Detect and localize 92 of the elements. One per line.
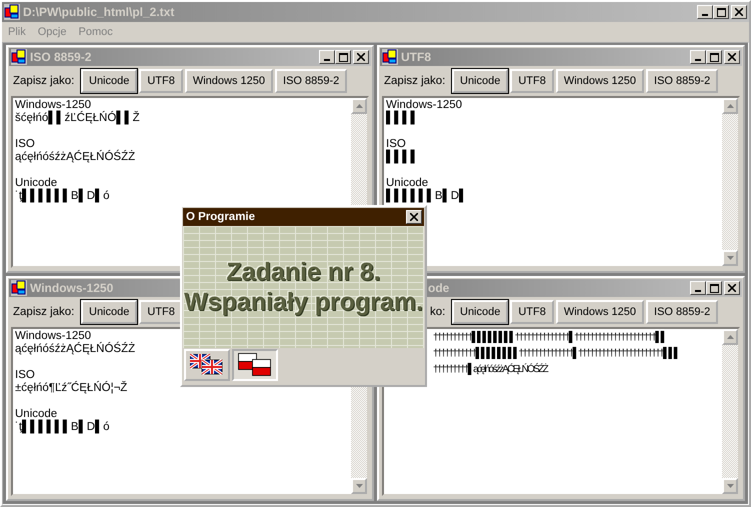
app-icon	[4, 4, 20, 20]
text-line: ▌▌▌▌	[386, 151, 420, 164]
scroll-up-button[interactable]	[351, 98, 367, 114]
scroll-down-button[interactable]	[351, 478, 367, 494]
maximize-icon	[338, 52, 348, 62]
close-icon	[728, 284, 736, 292]
encoding-button[interactable]: UTF8	[139, 300, 183, 324]
close-button[interactable]	[406, 210, 422, 224]
text-line: šćęłńó▌▌źĽĆĘŁŃÓ▌▌Ž	[15, 112, 141, 125]
text-area[interactable]: ††††††††††▌▌▌▌▌▌▌▌††††††††††††††▌†††††††††††††††††††††▌▌ †††††††††††▌▌▌▌▌▌▌▌††††††††††††††▌††††††††††††††††††††††▌▌▌ †††††††††▌ąćęłńóśźżĄĆĘŁŃÓŚŹŻ	[382, 327, 740, 496]
text-line: ISO	[15, 369, 36, 381]
scrollbar[interactable]	[722, 329, 738, 494]
maximize-button[interactable]	[713, 5, 729, 19]
encoding-button[interactable]: ISO 8859-2	[646, 300, 718, 324]
down-arrow-icon	[356, 484, 362, 488]
save-as-label: ko:	[430, 306, 446, 318]
text-line: Windows-1250	[15, 330, 92, 342]
text-line: Windows-1250	[15, 99, 92, 111]
text-line: Unicode	[15, 408, 58, 420]
encoding-button[interactable]: Windows 1250	[556, 69, 644, 93]
text-line: ISO	[15, 138, 35, 150]
save-as-label: Zapisz jako:	[13, 306, 76, 318]
maximize-button[interactable]	[335, 50, 351, 64]
text-line: ˙ţ▌▌▌▌▌▌B▌D▌ó	[15, 190, 111, 203]
language-button[interactable]	[184, 349, 230, 381]
encoding-button[interactable]: UTF8	[510, 69, 554, 93]
minimize-button[interactable]	[690, 50, 706, 64]
maximize-icon	[716, 8, 726, 16]
up-arrow-icon	[726, 335, 734, 339]
text-line: ˙ţ▌▌▌▌▌▌B▌D▌ó	[15, 421, 111, 434]
close-icon	[735, 8, 743, 16]
close-button[interactable]	[724, 50, 740, 64]
text-line: ▌▌▌▌▌▌B▌D▌	[386, 190, 468, 203]
text-line: †††††††††††▌▌▌▌▌▌▌▌††††††††††††††▌††††††††††††††††††††††▌▌▌	[433, 346, 680, 361]
minimize-button[interactable]	[690, 281, 706, 295]
encoding-button[interactable]: ISO 8859-2	[275, 69, 348, 93]
minimize-button[interactable]	[697, 5, 713, 19]
text-line: Unicode	[15, 177, 58, 189]
child-window-title: Windows-1250	[30, 281, 114, 295]
dialog-title: O Programie	[186, 211, 256, 223]
flag-icon	[238, 353, 272, 377]
flag-icon	[190, 354, 224, 376]
text-line: †††††††††▌ąćęłńóśźżĄĆĘŁŃÓŚŹŻ	[433, 362, 549, 377]
down-arrow-icon	[726, 484, 734, 488]
encoding-button[interactable]: Windows 1250	[556, 300, 644, 324]
down-arrow-icon	[726, 256, 734, 260]
encoding-button[interactable]: Unicode	[452, 69, 508, 93]
up-arrow-icon	[356, 104, 362, 108]
close-icon	[410, 213, 418, 221]
maximize-icon	[710, 284, 718, 292]
close-button[interactable]	[353, 50, 369, 64]
app-icon	[382, 49, 398, 65]
language-button[interactable]	[232, 349, 278, 381]
child-window-title: ode	[427, 281, 450, 295]
maximize-button[interactable]	[706, 281, 722, 295]
heading-text: Wspaniały program.	[184, 287, 423, 317]
text-line: ▌▌▌▌	[386, 112, 420, 125]
window-title: D:\PW\public_html\pl_2.txt	[23, 5, 176, 19]
close-icon	[357, 53, 365, 61]
up-arrow-icon	[726, 104, 734, 108]
encoding-button[interactable]: Unicode	[81, 69, 138, 93]
minimize-button[interactable]	[319, 50, 335, 64]
child-window-title: UTF8	[401, 50, 432, 64]
app-icon	[11, 280, 27, 296]
text-line: Unicode	[386, 177, 428, 189]
scroll-up-button[interactable]	[722, 98, 738, 114]
scroll-up-button[interactable]	[722, 329, 738, 345]
text-line: ISO	[386, 138, 406, 150]
save-as-label: Zapisz jako:	[13, 75, 76, 87]
encoding-button[interactable]: Unicode	[81, 300, 138, 324]
maximize-button[interactable]	[706, 50, 722, 64]
text-line: ąćęłńóśźżĄĆĘŁŃÓŚŹŻ	[15, 343, 136, 356]
app-icon	[11, 49, 27, 65]
close-button[interactable]	[731, 5, 747, 19]
encoding-button[interactable]: Unicode	[452, 300, 508, 324]
encoding-button[interactable]: ISO 8859-2	[646, 69, 718, 93]
text-line: ąćęłńóśźżĄĆĘŁŃÓŚŹŻ	[15, 151, 136, 164]
text-area[interactable]: Windows-1250 ▌▌▌▌ ISO ▌▌▌▌ Unicode ▌▌▌▌▌▌B▌D▌	[382, 96, 740, 268]
maximize-icon	[710, 52, 718, 62]
text-line: ±ćęłńó¶Ľź˝ĆĘŁŃÓ¦¬Ž	[15, 382, 128, 395]
save-as-label: Zapisz jako:	[384, 75, 446, 87]
scroll-down-button[interactable]	[722, 478, 738, 494]
encoding-button[interactable]: Windows 1250	[184, 69, 274, 93]
encoding-button[interactable]: UTF8	[510, 300, 554, 324]
close-icon	[728, 53, 736, 61]
text-line: ††††††††††▌▌▌▌▌▌▌▌††††††††††††††▌†††††††††††††††††††††▌▌	[433, 330, 668, 345]
child-window-title: ISO 8859-2	[30, 50, 92, 64]
scroll-down-button[interactable]	[722, 250, 738, 266]
text-line: Windows-1250	[386, 99, 464, 111]
close-button[interactable]	[724, 281, 740, 295]
scrollbar[interactable]	[722, 98, 738, 266]
encoding-button[interactable]: UTF8	[139, 69, 183, 93]
